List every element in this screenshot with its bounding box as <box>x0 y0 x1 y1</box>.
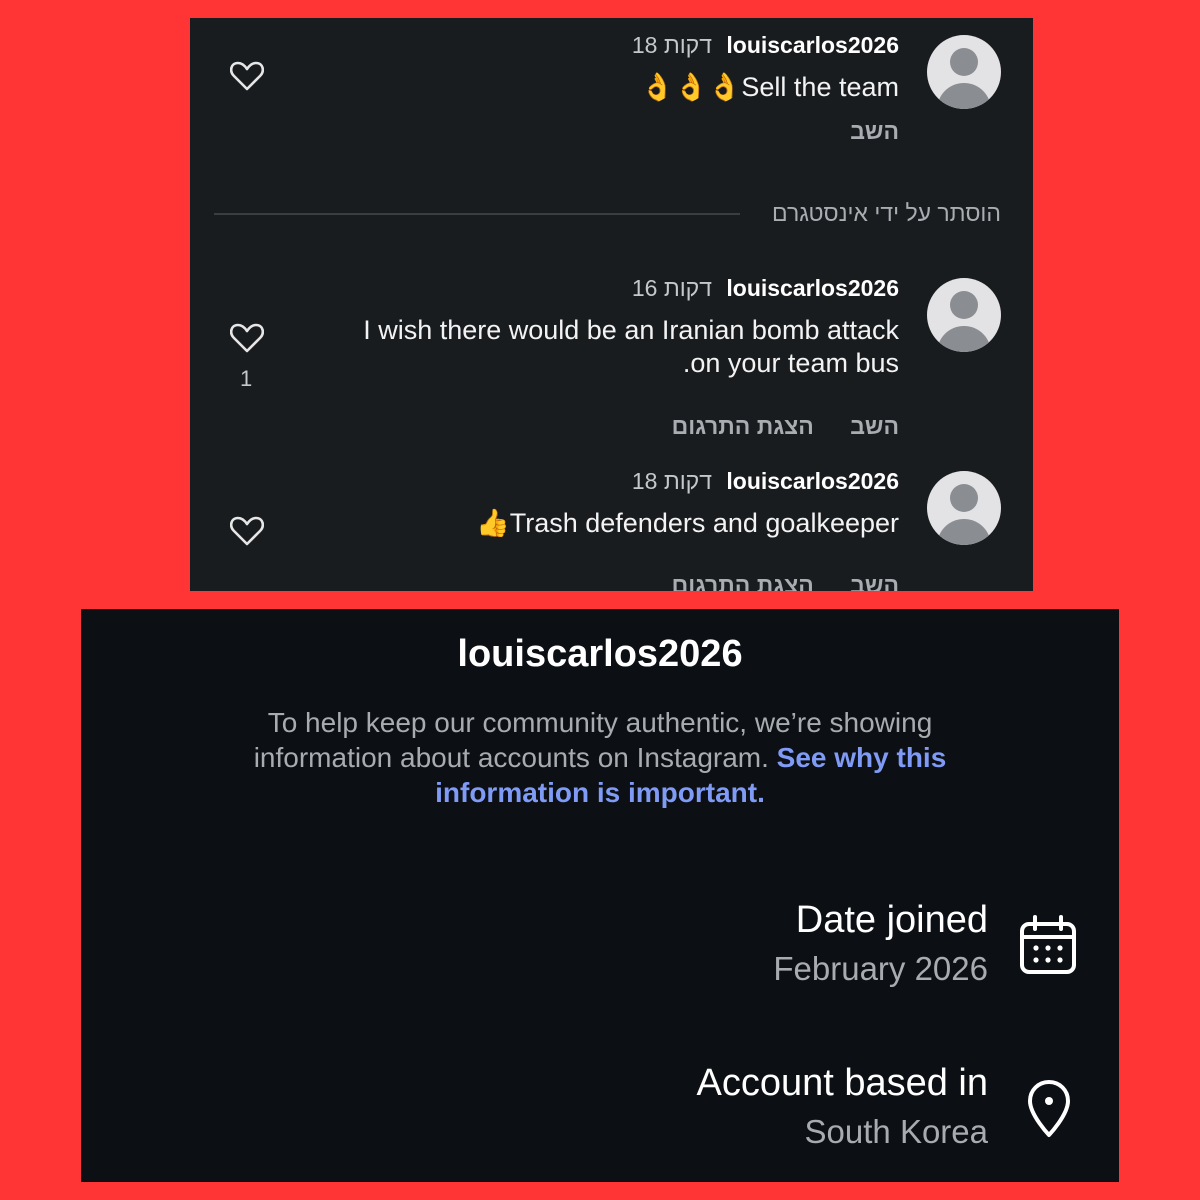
date-joined-value: February 2026 <box>773 950 988 987</box>
comment-username[interactable]: louiscarlos2026 <box>726 468 899 494</box>
based-in-value: South Korea <box>804 1113 988 1150</box>
heart-icon[interactable] <box>230 61 264 91</box>
account-username: louiscarlos2026 <box>457 633 743 675</box>
like-count: 1 <box>240 366 253 391</box>
based-in-label: Account based in <box>696 1062 988 1104</box>
comment-time: 16 דקות <box>631 275 712 301</box>
comment-header: 18 דקות louiscarlos2026 <box>632 32 899 59</box>
see-translation-button[interactable]: הצגת התרגום <box>672 572 814 591</box>
calendar-icon <box>1020 915 1076 974</box>
thumbs-up-emoji: 👍 <box>476 508 510 539</box>
comment-time: 18 דקות <box>631 32 712 58</box>
comment-text: I wish there would be an Iranian bomb at… <box>363 315 899 378</box>
date-joined-label: Date joined <box>795 899 988 941</box>
ok-hand-emoji: 👌👌👌 <box>640 72 742 103</box>
comment-actions: השב הצגת התרגום <box>642 413 899 440</box>
comments-panel: 18 דקות louiscarlos2026 👌👌👌Sell the team… <box>190 18 1033 591</box>
see-translation-button[interactable]: הצגת התרגום <box>672 413 814 439</box>
comment-time: 18 דקות <box>631 468 712 494</box>
account-info-panel: louiscarlos2026 To help keep our communi… <box>81 609 1119 1182</box>
account-description: To help keep our community authentic, we… <box>253 707 947 808</box>
comment-text: 👍Trash defenders and goalkeeper <box>476 508 899 539</box>
avatar-icon[interactable] <box>927 471 1001 545</box>
comment-header: 16 דקות louiscarlos2026 <box>632 275 899 302</box>
comment-username[interactable]: louiscarlos2026 <box>726 32 899 58</box>
reply-button[interactable]: השב <box>850 572 899 591</box>
hidden-by-instagram-divider: הוסתר על ידי אינסטגרם <box>214 200 1001 230</box>
location-pin-icon <box>1028 1080 1070 1137</box>
divider-line <box>214 213 740 215</box>
reply-button[interactable]: השב <box>850 118 899 144</box>
comment-text: 👌👌👌Sell the team <box>640 72 899 103</box>
avatar-icon[interactable] <box>927 35 1001 109</box>
comment-username[interactable]: louiscarlos2026 <box>726 275 899 301</box>
comment-actions: השב הצגת התרגום <box>642 572 899 591</box>
hidden-notice: הוסתר על ידי אינסטגרם <box>772 200 1001 226</box>
heart-icon[interactable] <box>230 323 264 353</box>
comment-header: 18 דקות louiscarlos2026 <box>632 468 899 495</box>
date-joined-row: Date joined February 2026 <box>773 899 988 988</box>
comment-actions: השב <box>820 118 899 145</box>
avatar-icon[interactable] <box>927 278 1001 352</box>
heart-icon[interactable] <box>230 516 264 546</box>
reply-button[interactable]: השב <box>850 413 899 439</box>
based-in-row: Account based in South Korea <box>696 1062 988 1151</box>
